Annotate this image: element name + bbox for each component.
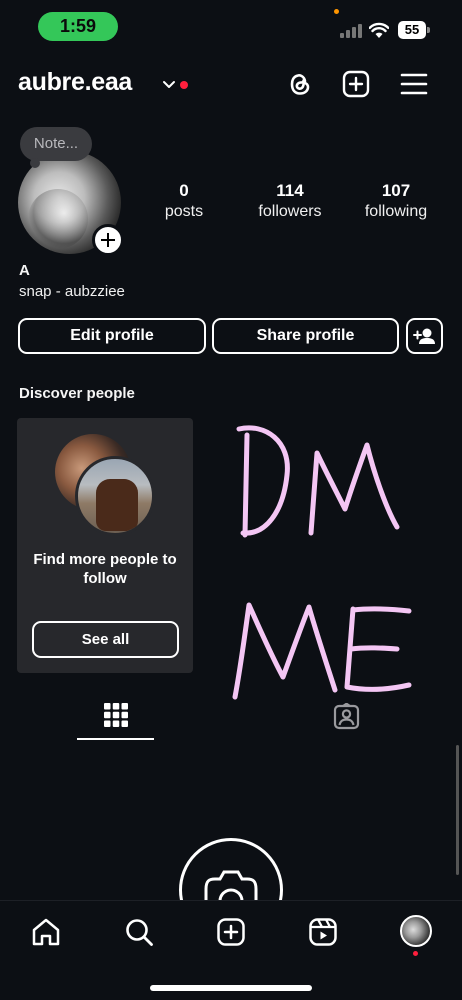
- menu-icon[interactable]: [398, 68, 430, 100]
- privacy-indicator: [334, 9, 339, 14]
- stat-value: 0: [179, 181, 189, 200]
- notification-dot: [180, 81, 188, 89]
- reels-icon[interactable]: [307, 916, 339, 948]
- find-more-people-text: Find more people to follow: [33, 551, 177, 587]
- add-person-icon: [413, 328, 435, 344]
- profile-avatar[interactable]: [400, 915, 432, 947]
- edit-profile-button[interactable]: Edit profile: [18, 318, 206, 354]
- active-tab-indicator: [77, 738, 154, 740]
- grid-icon[interactable]: [104, 703, 128, 727]
- share-profile-button[interactable]: Share profile: [212, 318, 399, 354]
- home-icon[interactable]: [30, 916, 62, 948]
- display-name: A: [19, 262, 30, 279]
- search-icon[interactable]: [123, 916, 155, 948]
- stat-posts[interactable]: 0 posts: [158, 181, 210, 221]
- add-story-icon[interactable]: [92, 224, 124, 256]
- threads-icon[interactable]: [284, 68, 316, 100]
- stat-value: 114: [276, 181, 304, 200]
- see-all-button[interactable]: See all: [32, 621, 179, 658]
- battery-level: 55: [398, 21, 426, 39]
- discover-people-card: Find more people to follow See all: [17, 418, 193, 673]
- stat-followers[interactable]: 114 followers: [250, 181, 330, 221]
- bottom-nav: [0, 900, 462, 1000]
- create-icon[interactable]: [215, 916, 247, 948]
- tagged-icon[interactable]: [333, 703, 360, 730]
- profile-header: aubre.eaa: [18, 64, 444, 108]
- username-switcher[interactable]: aubre.eaa: [18, 68, 132, 97]
- stat-label: followers: [258, 203, 322, 220]
- stat-value: 107: [381, 181, 411, 200]
- cellular-signal-icon: [340, 24, 362, 38]
- home-indicator: [150, 985, 312, 991]
- scroll-indicator: [456, 745, 459, 875]
- add-person-button[interactable]: [406, 318, 443, 354]
- battery-icon: 55: [398, 21, 430, 39]
- bio: snap - aubzziee: [19, 283, 125, 300]
- new-post-icon[interactable]: [340, 68, 372, 100]
- handwritten-overlay: [232, 425, 412, 700]
- status-time: 1:59: [38, 12, 118, 41]
- chevron-down-icon[interactable]: [160, 76, 178, 94]
- stat-following[interactable]: 107 following: [356, 181, 436, 221]
- wifi-icon: [369, 22, 389, 38]
- status-bar: 1:59 55: [0, 0, 462, 52]
- note-bubble[interactable]: Note...: [20, 127, 92, 161]
- suggested-avatar[interactable]: [75, 456, 155, 536]
- notification-dot: [413, 951, 418, 956]
- stat-label: posts: [164, 203, 204, 220]
- stat-label: following: [364, 203, 428, 220]
- discover-people-title: Discover people: [19, 385, 135, 402]
- note-bubble-tail: [30, 158, 40, 168]
